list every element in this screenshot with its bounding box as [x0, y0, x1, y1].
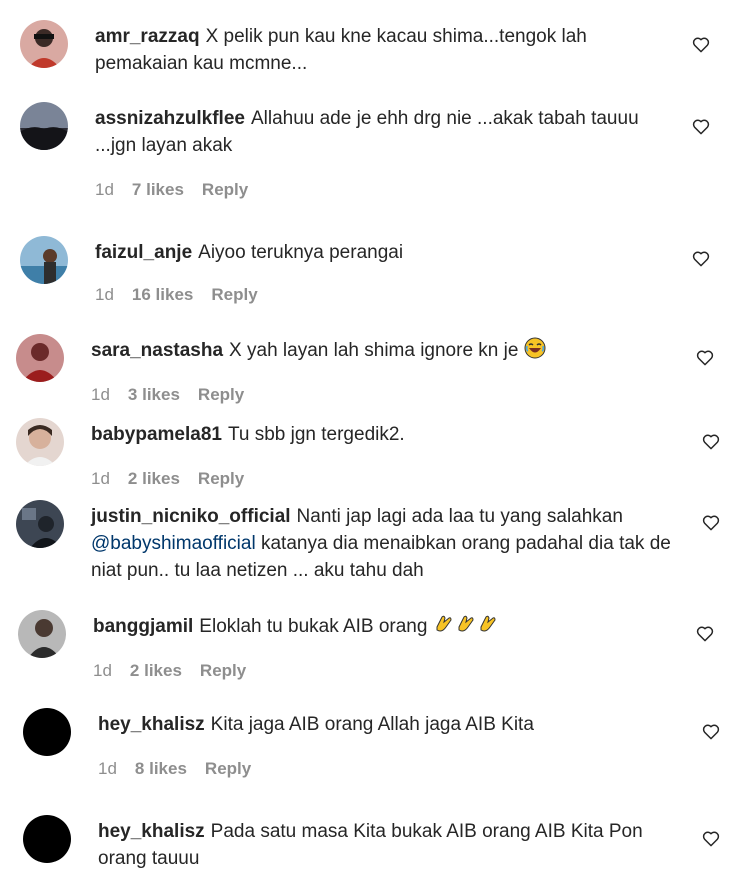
- like-heart-icon[interactable]: [692, 36, 710, 53]
- comment-likes[interactable]: 16 likes: [132, 285, 193, 304]
- comment-body: amr_razzaq X pelik pun kau kne kacau shim…: [95, 23, 655, 77]
- like-heart-icon[interactable]: [702, 830, 720, 847]
- comment-username[interactable]: sara_nastasha: [91, 340, 223, 361]
- avatar[interactable]: [16, 418, 64, 466]
- comment-text: Kita jaga AIB orang Allah jaga AIB Kita: [210, 714, 534, 735]
- comment-likes[interactable]: 8 likes: [135, 759, 187, 778]
- avatar[interactable]: [16, 334, 64, 382]
- comment-meta: 1d 7 likes Reply: [95, 179, 266, 201]
- avatar[interactable]: [20, 236, 68, 284]
- like-heart-icon[interactable]: [702, 723, 720, 740]
- comment-likes[interactable]: 2 likes: [128, 469, 180, 488]
- comment-username[interactable]: amr_razzaq: [95, 26, 200, 47]
- comment-body: faizul_anje Aiyoo teruknya perangai: [95, 239, 655, 266]
- comment-username[interactable]: banggjamil: [93, 616, 193, 637]
- like-heart-icon[interactable]: [692, 118, 710, 135]
- comment-text: Eloklah tu bukak AIB orang: [199, 616, 428, 637]
- comment-username[interactable]: hey_khalisz: [98, 714, 205, 735]
- reply-button[interactable]: Reply: [205, 759, 251, 778]
- comment-body: hey_khalisz Kita jaga AIB orang Allah jag…: [98, 711, 658, 738]
- comment-likes[interactable]: 2 likes: [130, 661, 182, 680]
- laughing-emoji-icon: [524, 337, 546, 359]
- like-heart-icon[interactable]: [692, 250, 710, 267]
- comment-username[interactable]: justin_nicniko_official: [91, 506, 291, 527]
- comment-meta: 1d 8 likes Reply: [98, 758, 269, 780]
- reply-button[interactable]: Reply: [211, 285, 257, 304]
- avatar[interactable]: [20, 20, 68, 68]
- comment-body: banggjamil Eloklah tu bukak AIB orang: [93, 613, 653, 640]
- comment-time: 1d: [98, 759, 117, 778]
- like-heart-icon[interactable]: [702, 433, 720, 450]
- comment-meta: 1d 3 likes Reply: [91, 384, 262, 406]
- comment-mention-link[interactable]: @babyshimaofficial: [91, 533, 256, 554]
- comment-username[interactable]: assnizahzulkflee: [95, 108, 245, 129]
- reply-button[interactable]: Reply: [200, 661, 246, 680]
- like-heart-icon[interactable]: [702, 514, 720, 531]
- comment-text: Tu sbb jgn tergedik2.: [227, 424, 405, 445]
- comment-text: Nanti jap lagi ada laa tu yang salahkan: [296, 506, 623, 527]
- comment-username[interactable]: hey_khalisz: [98, 821, 205, 842]
- avatar[interactable]: [20, 102, 68, 150]
- reply-button[interactable]: Reply: [198, 385, 244, 404]
- comment-body: babypamela81 Tu sbb jgn tergedik2.: [91, 421, 651, 448]
- comment-meta: 1d 2 likes Reply: [93, 660, 264, 682]
- avatar[interactable]: [23, 815, 71, 863]
- comment-body: hey_khalisz Pada satu masa Kita bukak AIB…: [98, 818, 678, 872]
- avatar[interactable]: [23, 708, 71, 756]
- clapping-hands-emoji-icon: [458, 615, 474, 632]
- reply-button[interactable]: Reply: [198, 469, 244, 488]
- comment-time: 1d: [91, 469, 110, 488]
- comment-text: X yah layan lah shima ignore kn je: [229, 340, 519, 361]
- comment-likes[interactable]: 7 likes: [132, 180, 184, 199]
- comment-text: Aiyoo teruknya perangai: [198, 242, 404, 263]
- clapping-hands-emoji-icon: [436, 615, 452, 632]
- comment-body: justin_nicniko_official Nanti jap lagi ad…: [91, 503, 676, 584]
- comment-meta: 1d 2 likes Reply: [91, 468, 262, 490]
- like-heart-icon[interactable]: [696, 625, 714, 642]
- comment-meta: 1d 16 likes Reply: [95, 284, 276, 306]
- comment-likes[interactable]: 3 likes: [128, 385, 180, 404]
- avatar[interactable]: [16, 500, 64, 548]
- comment-time: 1d: [91, 385, 110, 404]
- reply-button[interactable]: Reply: [202, 180, 248, 199]
- comment-username[interactable]: faizul_anje: [95, 242, 192, 263]
- comment-body: sara_nastasha X yah layan lah shima ignor…: [91, 337, 651, 364]
- avatar[interactable]: [18, 610, 66, 658]
- comment-time: 1d: [95, 180, 114, 199]
- comment-body: assnizahzulkflee Allahuu ade je ehh drg n…: [95, 105, 685, 159]
- comment-username[interactable]: babypamela81: [91, 424, 222, 445]
- clapping-hands-emoji-icon: [480, 615, 496, 632]
- like-heart-icon[interactable]: [696, 349, 714, 366]
- comment-time: 1d: [93, 661, 112, 680]
- comment-time: 1d: [95, 285, 114, 304]
